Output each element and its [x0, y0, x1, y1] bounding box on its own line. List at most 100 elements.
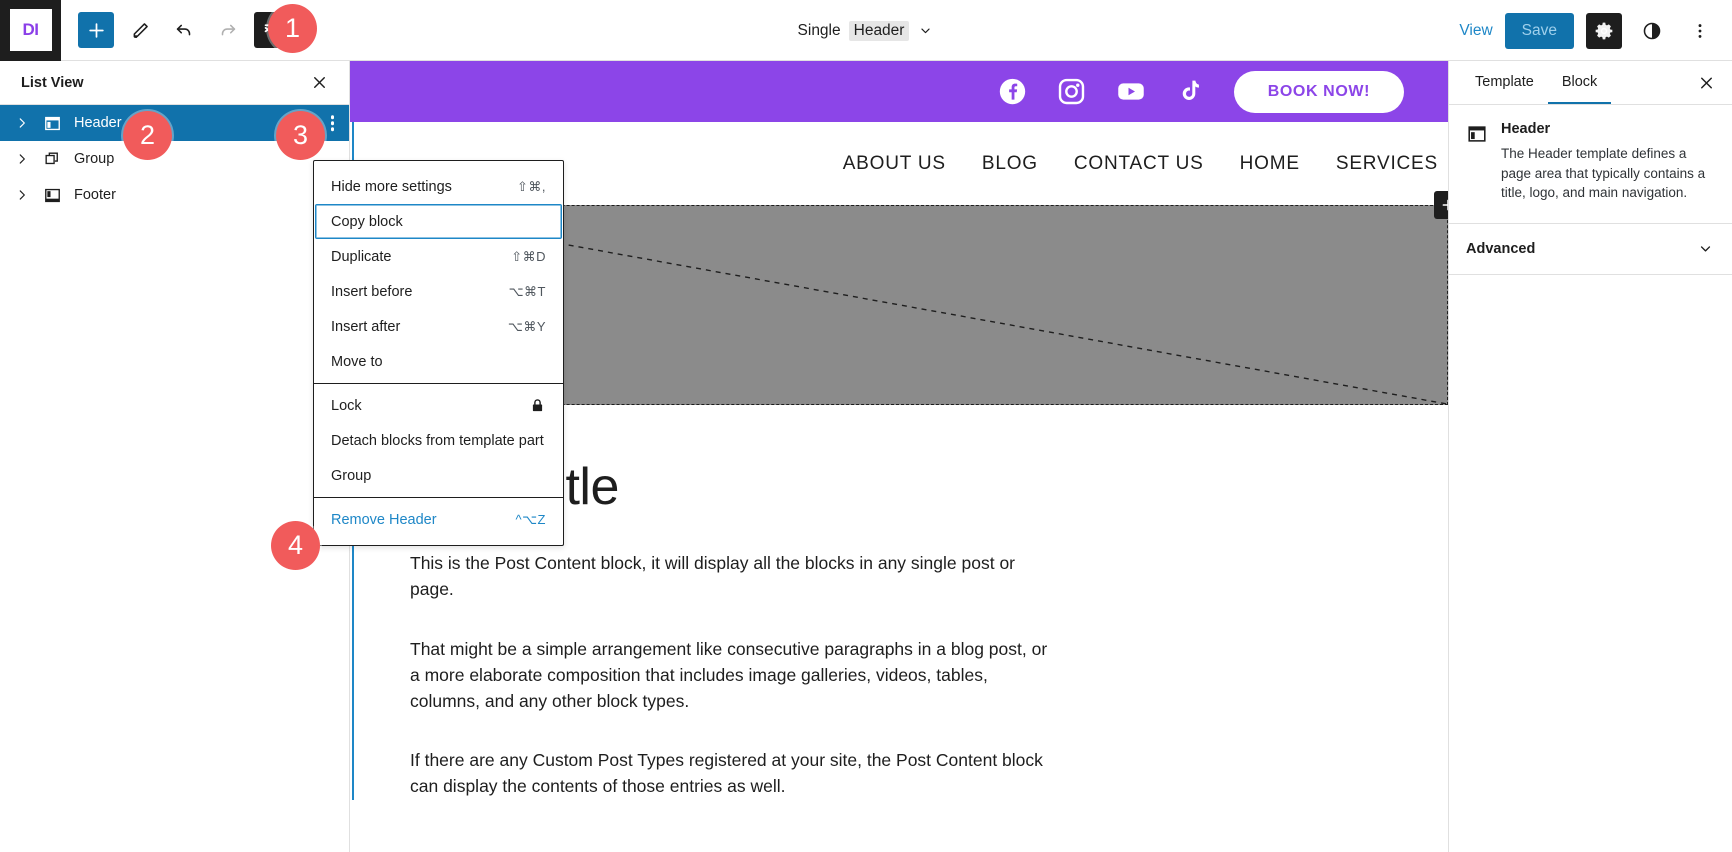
menu-item-label: Insert before — [331, 283, 413, 300]
chevron-right-icon[interactable] — [14, 152, 30, 166]
menu-item-detach-blocks[interactable]: Detach blocks from template part — [315, 423, 562, 458]
add-block-button[interactable] — [78, 12, 114, 48]
menu-item-lock[interactable]: Lock — [315, 388, 562, 423]
chevron-down-icon — [921, 28, 931, 34]
callout-badge-1: 1 — [268, 4, 317, 53]
menu-group-secondary: Lock Detach blocks from template part Gr… — [314, 383, 563, 497]
lock-icon — [529, 397, 546, 414]
menu-item-remove-header[interactable]: Remove Header ^⌥Z — [315, 502, 562, 537]
instagram-icon[interactable] — [1057, 77, 1087, 107]
block-options-dropdown-menu: Hide more settings ⇧⌘, Copy block Duplic… — [313, 160, 564, 546]
document-name: Header — [848, 20, 910, 41]
callout-badge-3: 3 — [276, 111, 325, 160]
menu-item-label: Insert after — [331, 318, 401, 335]
menu-item-insert-after[interactable]: Insert after ⌥⌘Y — [315, 309, 562, 344]
menu-item-label: Remove Header — [331, 511, 437, 528]
document-title-button[interactable]: Single Header — [797, 20, 935, 41]
site-logo-button[interactable]: DI — [0, 0, 61, 61]
callout-badge-4: 4 — [271, 521, 320, 570]
menu-item-shortcut: ^⌥Z — [515, 511, 546, 527]
styles-button[interactable] — [1634, 13, 1670, 49]
menu-item-label: Duplicate — [331, 248, 392, 265]
top-bar-right-tools: View Save — [1459, 0, 1718, 61]
document-prefix: Single — [797, 21, 841, 39]
list-view-close-button[interactable] — [304, 67, 335, 98]
menu-item-shortcut: ⌥⌘T — [508, 283, 546, 299]
nav-link-services[interactable]: SERVICES — [1336, 153, 1438, 175]
post-paragraph[interactable]: This is the Post Content block, it will … — [410, 551, 1060, 603]
tab-template[interactable]: Template — [1461, 61, 1548, 104]
redo-button[interactable] — [210, 12, 246, 48]
block-description: The Header template defines a page area … — [1501, 146, 1706, 201]
menu-item-shortcut: ⌥⌘Y — [507, 318, 546, 334]
block-name: Header — [1501, 121, 1551, 137]
close-icon — [314, 77, 325, 88]
sidebar-tabs: Template Block — [1449, 61, 1732, 105]
plus-icon — [88, 22, 104, 38]
edit-mode-button[interactable] — [122, 12, 158, 48]
chevron-down-icon — [1700, 246, 1711, 252]
nav-link-blog[interactable]: BLOG — [982, 153, 1038, 175]
nav-link-home[interactable]: HOME — [1240, 153, 1300, 175]
settings-button[interactable] — [1586, 12, 1622, 49]
template-part-footer-icon — [40, 186, 64, 205]
undo-button[interactable] — [166, 12, 202, 48]
list-view-label: Group — [74, 151, 115, 167]
list-view-row-footer[interactable]: Footer — [0, 177, 349, 213]
template-part-header-icon — [40, 114, 64, 133]
list-view-label: Header — [74, 115, 122, 131]
callout-badge-2: 2 — [123, 111, 172, 160]
tiktok-icon[interactable] — [1175, 77, 1205, 107]
nav-link-contact-us[interactable]: CONTACT US — [1074, 153, 1204, 175]
block-card: Header The Header template defines a pag… — [1449, 105, 1732, 224]
pencil-icon — [133, 22, 148, 38]
close-icon — [1701, 77, 1712, 88]
menu-item-label: Copy block — [331, 213, 403, 230]
view-link[interactable]: View — [1459, 22, 1492, 40]
menu-item-shortcut: ⇧⌘, — [516, 178, 546, 194]
vertical-dots-icon — [1698, 23, 1702, 38]
book-now-button[interactable]: BOOK NOW! — [1233, 70, 1404, 113]
list-view-block-options-button[interactable] — [326, 110, 340, 136]
menu-item-copy-block[interactable]: Copy block — [315, 204, 562, 239]
menu-item-label: Move to — [331, 353, 383, 370]
more-options-button[interactable] — [1682, 13, 1718, 49]
menu-item-move-to[interactable]: Move to — [315, 344, 562, 379]
chevron-right-icon[interactable] — [14, 188, 30, 202]
editor-root: DI Single Header View Save List View Hea… — [0, 0, 1732, 852]
contrast-half-circle-icon — [1643, 22, 1661, 39]
post-paragraph[interactable]: If there are any Custom Post Types regis… — [410, 748, 1060, 800]
facebook-icon[interactable] — [998, 77, 1028, 107]
youtube-icon[interactable] — [1116, 77, 1146, 107]
list-view-label: Footer — [74, 187, 116, 203]
tab-block[interactable]: Block — [1547, 61, 1612, 104]
block-card-text: Header The Header template defines a pag… — [1501, 121, 1715, 203]
top-bar-left-tools — [61, 12, 290, 48]
list-view-header: List View — [0, 61, 349, 105]
site-social-bar: BOOK NOW! — [350, 61, 1448, 122]
menu-item-group[interactable]: Group — [315, 458, 562, 493]
menu-item-label: Group — [331, 467, 372, 484]
save-button[interactable]: Save — [1504, 12, 1574, 49]
list-view-title: List View — [21, 74, 84, 91]
site-logo: DI — [9, 9, 52, 51]
sidebar-close-button[interactable] — [1691, 67, 1722, 98]
nav-link-about-us[interactable]: ABOUT US — [843, 153, 946, 175]
menu-item-hide-more-settings[interactable]: Hide more settings ⇧⌘, — [315, 169, 562, 204]
redo-icon — [221, 24, 236, 36]
post-paragraph[interactable]: That might be a simple arrangement like … — [410, 637, 1060, 715]
menu-item-label: Detach blocks from template part — [331, 432, 544, 449]
advanced-panel-toggle[interactable]: Advanced — [1449, 224, 1732, 275]
menu-group-primary: Hide more settings ⇧⌘, Copy block Duplic… — [314, 165, 563, 383]
menu-group-destructive: Remove Header ^⌥Z — [314, 497, 563, 541]
menu-item-shortcut: ⇧⌘D — [511, 248, 546, 264]
gear-icon — [1595, 22, 1613, 39]
append-block-button[interactable] — [1434, 191, 1448, 219]
group-blocks-icon — [40, 150, 64, 169]
menu-item-duplicate[interactable]: Duplicate ⇧⌘D — [315, 239, 562, 274]
editor-top-bar: DI Single Header View Save — [0, 0, 1732, 61]
settings-sidebar: Template Block Header The Header templat… — [1448, 61, 1732, 852]
undo-icon — [176, 24, 191, 36]
chevron-right-icon[interactable] — [14, 116, 30, 130]
menu-item-insert-before[interactable]: Insert before ⌥⌘T — [315, 274, 562, 309]
